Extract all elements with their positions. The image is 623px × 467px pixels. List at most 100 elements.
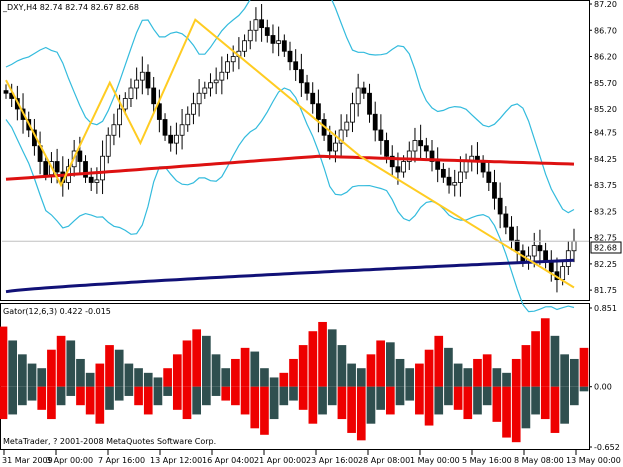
gator-upper-bar [560, 354, 569, 387]
metatrader-chart: 87.20 86.70 86.20 85.70 85.20 84.75 84.25 83.75… [0, 0, 622, 465]
gator-upper-bar [405, 368, 415, 387]
time-tick-label: 28 Apr 08:00 [358, 456, 410, 465]
gator-lower-bar [376, 386, 385, 410]
candle-body [111, 124, 117, 136]
gator-lower-bar [444, 386, 453, 406]
gator-upper-bar [76, 358, 85, 387]
gator-lower-bar [318, 386, 327, 415]
gator-lower-bar [95, 386, 105, 424]
candle-body [191, 103, 196, 115]
gator-lower-bar [85, 386, 95, 415]
gator-lower-bar [211, 386, 221, 396]
candle-body [259, 19, 265, 29]
candle-body [225, 61, 230, 73]
gator-tick-label: 0.851 [594, 304, 617, 313]
gator-lower-bar [114, 386, 124, 401]
gator-upper-bar [337, 345, 347, 387]
candle-body [372, 113, 378, 131]
candle-body [156, 103, 162, 120]
candle-body [253, 19, 259, 31]
gator-lower-bar [521, 386, 531, 429]
gator-upper-bar [521, 345, 531, 387]
price-tick-label: 85.20 [594, 105, 617, 114]
candle-body [315, 103, 321, 120]
candle-body [401, 161, 407, 173]
gator-lower-bar [250, 386, 260, 429]
gator-upper-bar [47, 349, 56, 387]
gator-upper-bar [0, 326, 8, 387]
candle-body [196, 92, 202, 105]
gator-upper-bar [105, 345, 114, 387]
gator-upper-bar [37, 368, 47, 387]
candle-body [276, 40, 282, 44]
candle-body [139, 71, 145, 81]
gator-lower-bar [560, 386, 569, 424]
gator-lower-bar [163, 386, 172, 396]
gator-upper-bar [172, 354, 182, 387]
candle-body [446, 176, 452, 186]
gator-lower-bar [279, 386, 289, 406]
gator-upper-bar [473, 358, 482, 387]
candle-body [94, 179, 100, 183]
candle-body [355, 87, 361, 105]
time-tick-label: 8 May 08:00 [514, 456, 564, 465]
candle-body [3, 90, 9, 94]
price-tick-label: 86.20 [594, 53, 617, 62]
candle-body [509, 226, 514, 241]
gator-lower-bar [540, 386, 550, 420]
gator-lower-bar [347, 386, 356, 433]
gator-lower-bar [56, 386, 66, 406]
candle-body [418, 140, 424, 147]
candle-body [440, 168, 446, 178]
gator-lower-bar [37, 386, 47, 410]
gator-upper-bar [163, 368, 172, 387]
candle-body [310, 92, 316, 105]
gator-upper-bar [579, 347, 589, 387]
candle-body [298, 69, 304, 84]
gator-upper-bar [289, 358, 298, 387]
candle-body [486, 171, 492, 183]
candle-body [503, 213, 509, 228]
gator-upper-bar [66, 340, 76, 387]
gator-lower-bar [172, 386, 182, 410]
candle-body [492, 182, 497, 199]
candle-body [327, 134, 333, 152]
candle-body [151, 87, 157, 105]
gator-lower-bar [395, 386, 405, 406]
gator-lower-bar [366, 386, 376, 424]
gator-upper-bar [95, 363, 105, 387]
gator-lower-bar [492, 386, 502, 422]
gator-lower-bar [424, 386, 434, 426]
gator-lower-bar [260, 386, 269, 435]
gator-upper-bar [124, 363, 134, 387]
candle-body [100, 155, 105, 181]
gator-upper-bar [134, 368, 143, 387]
price-tick-label: 86.70 [594, 26, 617, 35]
gator-upper-bar [550, 335, 560, 387]
gator-lower-bar [337, 386, 347, 420]
gator-upper-bar [211, 354, 221, 387]
gator-upper-bar [231, 358, 240, 387]
gator-upper-bar [318, 321, 327, 387]
candle-body [537, 245, 543, 252]
gator-upper-bar [453, 363, 463, 387]
gator-upper-bar [540, 318, 550, 387]
gator-upper-bar [444, 347, 453, 387]
gator-lower-bar [134, 386, 143, 406]
candle-body [230, 56, 236, 63]
gator-lower-bar [0, 386, 8, 420]
gator-upper-bar [376, 340, 385, 387]
gator-upper-bar [531, 331, 540, 387]
gator-lower-bar [405, 386, 415, 401]
gator-lower-bar [579, 386, 589, 392]
candle-body [77, 150, 83, 162]
gator-lower-bar [18, 386, 27, 406]
candle-body [122, 98, 128, 110]
gator-upper-bar [8, 340, 18, 387]
time-tick-label: 16 Apr 04:00 [202, 456, 254, 465]
gator-upper-bar [114, 349, 124, 387]
candle-body [423, 145, 429, 152]
gator-upper-bar [27, 363, 37, 387]
candle-body [208, 82, 213, 89]
candle-body [333, 142, 338, 152]
